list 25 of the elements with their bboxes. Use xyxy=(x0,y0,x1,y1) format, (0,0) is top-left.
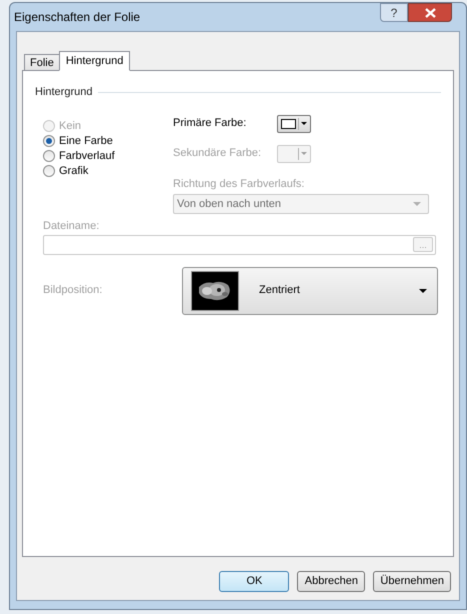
field-label: Sekundäre Farbe: xyxy=(173,146,262,162)
tab[interactable]: Hintergrund xyxy=(58,51,130,71)
color-picker-button[interactable] xyxy=(277,114,311,132)
radio-option[interactable]: Farbverlauf xyxy=(43,148,173,164)
dialog-button[interactable]: Abbrechen xyxy=(297,571,366,592)
caret-icon xyxy=(301,152,307,155)
field-label: Bildposition: xyxy=(43,283,104,298)
field-label: Richtung des Farbverlaufs: xyxy=(173,176,306,192)
field-label: Dateiname: xyxy=(43,219,100,234)
radio-option[interactable]: Eine Farbe xyxy=(43,134,173,148)
color-swatch xyxy=(281,118,296,128)
dialog-button[interactable]: OK xyxy=(219,571,290,592)
window-title: Eigenschaften der Folie xyxy=(14,9,140,26)
radio-option[interactable]: Grafik xyxy=(43,164,173,178)
image-position-dropdown[interactable]: Zentriert xyxy=(182,266,438,314)
help-button[interactable]: ? xyxy=(380,3,408,22)
caret-icon xyxy=(419,288,427,292)
tab[interactable]: Folie xyxy=(24,54,59,71)
field-label: Primäre Farbe: xyxy=(173,116,248,132)
group-title: Hintergrund xyxy=(35,85,92,100)
close-button[interactable] xyxy=(408,3,452,22)
dialog-button[interactable]: Übernehmen xyxy=(373,571,451,592)
caret-icon xyxy=(413,202,421,206)
close-icon xyxy=(424,8,436,18)
caret-icon xyxy=(301,122,307,125)
